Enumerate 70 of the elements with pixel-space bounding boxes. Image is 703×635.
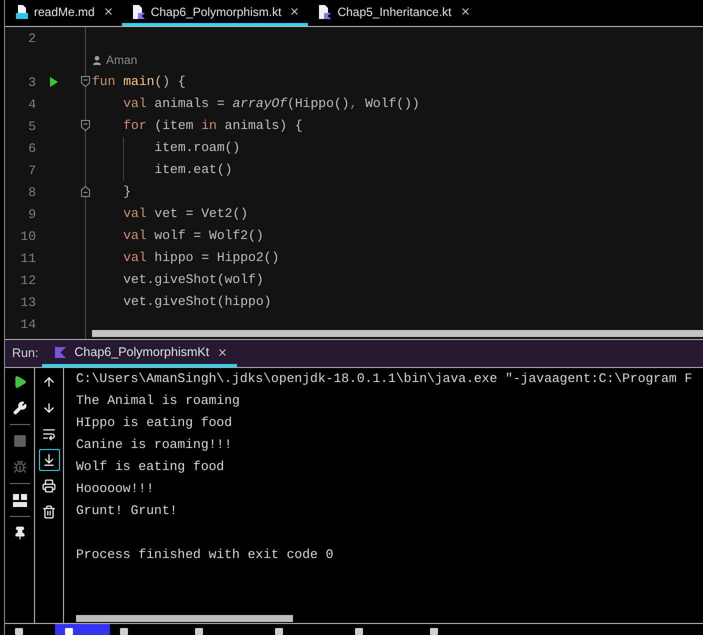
pin-icon bbox=[12, 526, 26, 540]
console-output-line: Canine is roaming!!! bbox=[76, 436, 232, 454]
code-line: for (item in animals) { bbox=[123, 117, 303, 136]
wrap-icon bbox=[42, 427, 56, 441]
code-line: val hippo = Hippo2() bbox=[123, 249, 280, 268]
line-number: 10 bbox=[20, 229, 36, 244]
square-icon bbox=[195, 628, 203, 635]
kotlin-file-icon bbox=[132, 4, 145, 18]
kotlin-icon bbox=[55, 346, 66, 358]
code-line: fun main() { bbox=[92, 73, 186, 92]
close-icon[interactable] bbox=[460, 6, 471, 17]
square-icon bbox=[430, 628, 438, 635]
editor-tab[interactable]: readMe.md bbox=[5, 0, 122, 26]
code-line: val wolf = Wolf2() bbox=[123, 227, 264, 246]
play-icon bbox=[12, 375, 26, 389]
square-icon bbox=[65, 628, 73, 635]
kotlin-file-icon bbox=[319, 4, 332, 18]
console-output-line: Grunt! Grunt! bbox=[76, 502, 178, 520]
code-line: } bbox=[123, 183, 132, 202]
bug-icon bbox=[12, 460, 26, 474]
run-icon[interactable] bbox=[50, 77, 58, 87]
code-line: val animals = arrayOf(Hippo(), Wolf()) bbox=[123, 95, 420, 114]
run-label: Run: bbox=[12, 345, 38, 362]
line-number: 8 bbox=[28, 185, 36, 200]
line-number: 12 bbox=[20, 273, 36, 288]
console-output-line: Wolf is eating food bbox=[76, 458, 224, 476]
line-number: 7 bbox=[28, 163, 36, 178]
fold-marker-icon[interactable] bbox=[81, 120, 90, 131]
line-number: 6 bbox=[28, 141, 36, 156]
console-output-line: C:\Users\AmanSingh\.jdks\openjdk-18.0.1.1\bin\java.exe "-javaagent:C:\Program F bbox=[76, 370, 692, 388]
line-number: 9 bbox=[28, 207, 36, 222]
close-icon[interactable] bbox=[289, 6, 300, 17]
markdown-file-icon bbox=[16, 4, 28, 18]
code-line: val vet = Vet2() bbox=[123, 205, 248, 224]
layout-icon bbox=[12, 494, 26, 506]
line-number: 5 bbox=[28, 119, 36, 134]
code-line: vet.giveShot(wolf) bbox=[123, 271, 264, 290]
horizontal-scrollbar[interactable] bbox=[92, 330, 703, 337]
square-icon bbox=[15, 628, 23, 635]
fold-marker-icon[interactable] bbox=[81, 186, 90, 197]
square-icon bbox=[120, 628, 128, 635]
console-output-line: Hooooow!!! bbox=[76, 480, 154, 498]
arrow-down-to-line-icon bbox=[42, 453, 56, 467]
close-icon[interactable] bbox=[217, 346, 228, 358]
close-icon[interactable] bbox=[102, 6, 114, 17]
horizontal-scrollbar[interactable] bbox=[76, 615, 293, 622]
line-number: 13 bbox=[20, 295, 36, 310]
stop-icon bbox=[12, 434, 26, 448]
line-number: 4 bbox=[28, 97, 36, 112]
fold-marker-icon[interactable] bbox=[81, 76, 90, 87]
trash-icon bbox=[42, 505, 56, 519]
person-icon bbox=[93, 56, 101, 64]
scroll-to-end-button[interactable] bbox=[38, 449, 60, 471]
line-number: 11 bbox=[20, 251, 36, 266]
wrench-icon bbox=[12, 401, 26, 415]
line-number: 3 bbox=[28, 75, 36, 90]
console-output-line: HIppo is eating food bbox=[76, 414, 232, 432]
code-line: item.roam() bbox=[154, 139, 240, 158]
square-icon bbox=[355, 628, 363, 635]
tool-window-tab[interactable] bbox=[55, 624, 110, 635]
line-number: 14 bbox=[20, 317, 36, 332]
author-hint: Aman bbox=[106, 52, 138, 69]
code-line: vet.giveShot(hippo) bbox=[123, 293, 272, 312]
printer-icon bbox=[42, 479, 56, 493]
code-line: item.eat() bbox=[154, 161, 232, 180]
square-icon bbox=[275, 628, 283, 635]
console-output-line: The Animal is roaming bbox=[76, 392, 240, 410]
line-number: 2 bbox=[28, 31, 36, 46]
console-output-line: Process finished with exit code 0 bbox=[76, 546, 334, 564]
editor-tab[interactable]: Chap5_Inheritance.kt bbox=[308, 0, 479, 26]
